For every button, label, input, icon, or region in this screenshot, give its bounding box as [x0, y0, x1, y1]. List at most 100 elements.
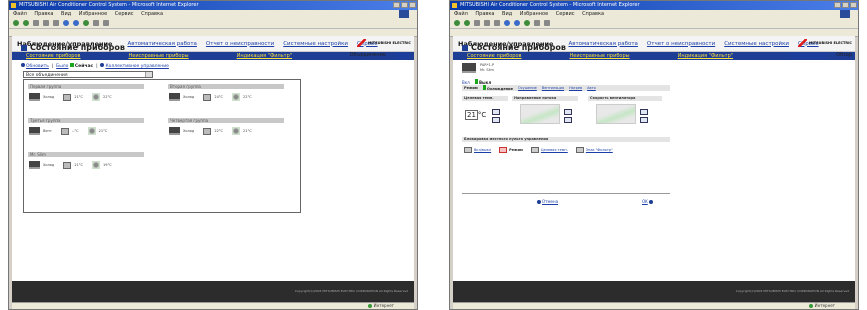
chevron-down-icon[interactable] — [145, 72, 152, 77]
menu-help[interactable]: Справка — [141, 11, 163, 17]
menu-file[interactable]: Файл — [454, 11, 468, 17]
print-icon[interactable] — [544, 20, 550, 26]
group-mode: Холод — [183, 129, 195, 133]
fan-icon — [232, 127, 240, 135]
stop-icon[interactable] — [474, 20, 480, 26]
home-icon[interactable] — [494, 20, 500, 26]
group-card[interactable]: Четвертая группа Холод 22°C 21°C — [168, 118, 284, 135]
menu-malfunction-report[interactable]: Отчет о неисправности — [206, 41, 274, 47]
menu-view[interactable]: Вид — [61, 11, 71, 17]
cancel-link[interactable]: Отмена — [542, 199, 558, 204]
browser-window-unit-detail: MITSUBISHI Air Conditioner Control Syste… — [449, 0, 859, 310]
mail-icon[interactable] — [93, 20, 99, 26]
fan-icon — [92, 93, 100, 101]
temp-stepper — [492, 109, 500, 123]
menu-edit[interactable]: Правка — [475, 11, 494, 17]
group-card[interactable]: Первая группа Холод 21°C 22°C — [28, 84, 144, 101]
title-square-icon — [462, 44, 468, 51]
back-icon[interactable] — [454, 20, 460, 26]
menu-view[interactable]: Вид — [502, 11, 512, 17]
mode-heat[interactable]: Нагрев — [569, 85, 582, 91]
time-link[interactable]: Было — [56, 64, 68, 69]
lock-checkbox[interactable] — [575, 147, 584, 153]
home-icon[interactable] — [53, 20, 59, 26]
refresh-icon[interactable] — [43, 20, 49, 26]
temp-up-button[interactable] — [492, 109, 500, 115]
favorites-icon[interactable] — [514, 20, 520, 26]
temp-down-button[interactable] — [492, 117, 500, 123]
back-icon[interactable] — [13, 20, 19, 26]
group-name: Первая группа — [28, 84, 144, 89]
mode-bar: Режим Охлаждение Осушение Вентиляция Наг… — [462, 85, 670, 91]
close-button[interactable] — [409, 2, 416, 8]
copyright-footer: Copyright(C)2003 MITSUBISHI ELECTRIC COR… — [453, 281, 855, 303]
subnav-filter-sign[interactable]: Индикация "Фильтр" — [678, 53, 733, 59]
menu-auto-operation[interactable]: Автоматическая работа — [568, 41, 637, 47]
overview-link[interactable]: Обзор — [395, 52, 411, 58]
group-link[interactable]: Объединение — [791, 52, 827, 58]
favorites-icon[interactable] — [73, 20, 79, 26]
lock-checkbox[interactable] — [499, 147, 508, 153]
menu-system-settings[interactable]: Системные настройки — [283, 41, 348, 47]
mail-icon[interactable] — [534, 20, 540, 26]
forward-icon[interactable] — [464, 20, 470, 26]
airflow-up-button[interactable] — [564, 109, 572, 115]
mode-cool[interactable]: Охлаждение — [487, 87, 513, 91]
bulk-dot-icon — [100, 63, 105, 67]
fan-up-button[interactable] — [640, 109, 648, 115]
menu-help[interactable]: Справка — [582, 11, 604, 17]
menu-malfunction-report[interactable]: Отчет о неисправности — [647, 41, 715, 47]
group-card[interactable]: Третья группа Вент --°C 21°C — [28, 118, 144, 135]
lock-checkbox[interactable] — [530, 147, 539, 153]
refresh-icon[interactable] — [484, 20, 490, 26]
lock-filter[interactable]: Знак "Фильтр" — [586, 148, 613, 152]
back-arrow-icon — [537, 200, 541, 204]
mode-fan[interactable]: Вентиляция — [542, 85, 564, 91]
search-icon[interactable] — [63, 20, 69, 26]
print-icon[interactable] — [103, 20, 109, 26]
stop-icon[interactable] — [33, 20, 39, 26]
airflow-down-button[interactable] — [564, 117, 572, 123]
forward-icon[interactable] — [23, 20, 29, 26]
maximize-button[interactable] — [401, 2, 408, 8]
menu-tools[interactable]: Сервис — [556, 11, 575, 17]
subnav-malfunction-units[interactable]: Неисправные приборы — [569, 53, 629, 59]
close-button[interactable] — [850, 2, 857, 8]
group-select[interactable]: Все объединения — [23, 71, 153, 78]
refresh-link[interactable]: Обновить — [26, 64, 49, 69]
media-icon[interactable] — [524, 20, 530, 26]
minimize-button[interactable] — [393, 2, 400, 8]
menu-file[interactable]: Файл — [13, 11, 27, 17]
ok-link[interactable]: OK — [642, 199, 648, 204]
minimize-button[interactable] — [834, 2, 841, 8]
fan-down-button[interactable] — [640, 117, 648, 123]
subnav-malfunction-units[interactable]: Неисправные приборы — [128, 53, 188, 59]
group-card[interactable]: Mr. Slim Холод 21°C 19°C — [28, 152, 144, 169]
maximize-button[interactable] — [842, 2, 849, 8]
mode-auto[interactable]: Авто — [587, 85, 596, 91]
menu-edit[interactable]: Правка — [34, 11, 53, 17]
set-temperature: 21 °C — [465, 110, 487, 120]
menu-favorites[interactable]: Избранное — [79, 11, 107, 17]
menu-system-settings[interactable]: Системные настройки — [724, 41, 789, 47]
menu-favorites[interactable]: Избранное — [520, 11, 548, 17]
ie-icon — [11, 3, 16, 8]
mode-dry[interactable]: Осушение — [518, 85, 537, 91]
group-set-temp: 24°C — [214, 95, 223, 99]
subnav-filter-sign[interactable]: Индикация "Фильтр" — [237, 53, 292, 59]
subnav-unit-status[interactable]: Состояние приборов — [467, 53, 521, 59]
windows-logo-icon — [840, 10, 850, 18]
subnav-unit-status[interactable]: Состояние приборов — [26, 53, 80, 59]
airflow-stepper — [564, 109, 572, 123]
lock-checkbox[interactable] — [464, 147, 472, 153]
lock-temp[interactable]: Целевая темп. — [541, 148, 568, 152]
mitsubishi-diamond-icon — [797, 39, 807, 47]
group-card[interactable]: Вторая группа Холод 24°C 22°C — [168, 84, 284, 101]
menu-auto-operation[interactable]: Автоматическая работа — [127, 41, 196, 47]
lock-onoff[interactable]: Вкл/выкл — [474, 148, 491, 152]
bulk-control-link[interactable]: Коллективное управление — [105, 64, 168, 69]
menu-tools[interactable]: Сервис — [115, 11, 134, 17]
search-icon[interactable] — [504, 20, 510, 26]
media-icon[interactable] — [83, 20, 89, 26]
lock-mode[interactable]: Режим — [509, 148, 523, 152]
